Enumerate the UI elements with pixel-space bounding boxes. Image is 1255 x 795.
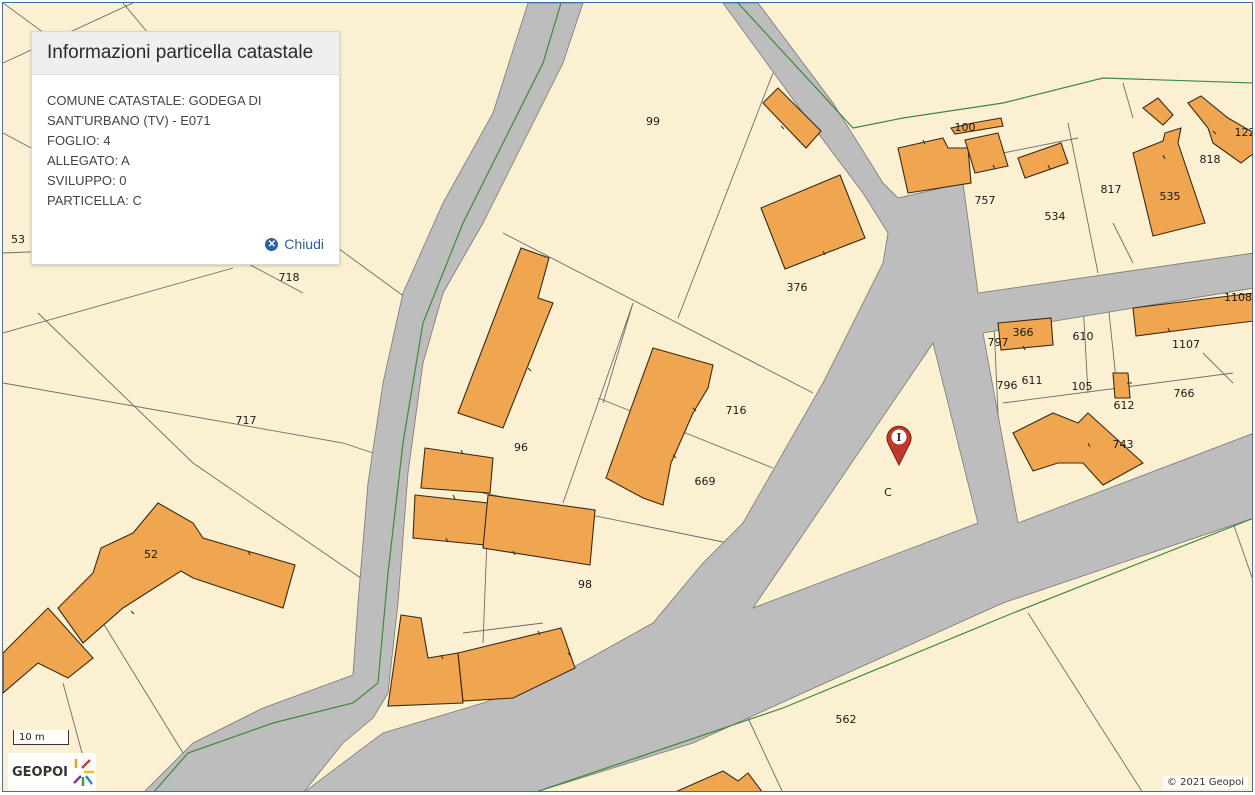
- parcel-label-366: 366: [1013, 326, 1034, 339]
- comune-field: COMUNE CATASTALE: GODEGA DI SANT'URBANO …: [47, 93, 262, 128]
- parcel-label-818: 818: [1200, 153, 1221, 166]
- logo-mark-icon: [73, 759, 95, 786]
- parcel-label-669: 669: [695, 475, 716, 488]
- svg-text:I: I: [896, 431, 901, 444]
- geopoi-logo: GEOPOI: [8, 753, 96, 791]
- parcel-label-376: 376: [787, 281, 808, 294]
- parcel-label-797: 797: [988, 336, 1009, 349]
- foglio-field: FOGLIO: 4: [47, 133, 111, 148]
- parcel-label-766: 766: [1174, 387, 1195, 400]
- parcel-label-105: 105: [1072, 380, 1093, 393]
- scale-bar: 10 m: [13, 730, 69, 745]
- parcel-label-562: 562: [836, 713, 857, 726]
- close-button[interactable]: ✕ Chiudi: [265, 236, 324, 252]
- popup-body: COMUNE CATASTALE: GODEGA DI SANT'URBANO …: [32, 75, 339, 211]
- particella-field: PARTICELLA: C: [47, 193, 142, 208]
- parcel-label-612: 612: [1114, 399, 1135, 412]
- parcel-label-743: 743: [1113, 438, 1134, 451]
- copyright-notice: © 2021 Geopoi: [1162, 776, 1248, 789]
- parcel-label-96: 96: [514, 441, 528, 454]
- parcel-label-53: 53: [11, 233, 25, 246]
- allegato-field: ALLEGATO: A: [47, 153, 130, 168]
- parcel-label-98: 98: [578, 578, 592, 591]
- popup-header: Informazioni particella catastale: [32, 32, 339, 75]
- logo-text: GEOPOI: [12, 764, 69, 780]
- close-label: Chiudi: [284, 236, 324, 252]
- popup-title: Informazioni particella catastale: [47, 42, 314, 63]
- parcel-info-popup: Informazioni particella catastale COMUNE…: [31, 31, 340, 265]
- parcel-label-1107: 1107: [1172, 338, 1200, 351]
- parcel-label-718: 718: [279, 271, 300, 284]
- parcel-label-52: 52: [144, 548, 158, 561]
- parcel-label-535: 535: [1160, 190, 1181, 203]
- parcel-label-757: 757: [975, 194, 996, 207]
- parcel-label-716: 716: [726, 404, 747, 417]
- parcel-label-717: 717: [236, 414, 257, 427]
- parcel-label-611: 611: [1022, 374, 1043, 387]
- parcel-label-122: 122: [1235, 126, 1254, 139]
- sviluppo-field: SVILUPPO: 0: [47, 173, 127, 188]
- close-icon: ✕: [265, 237, 279, 251]
- parcel-label-610: 610: [1073, 330, 1094, 343]
- parcel-label-99: 99: [646, 115, 660, 128]
- parcel-label-100: 100: [955, 121, 976, 134]
- parcel-label-817: 817: [1101, 183, 1122, 196]
- map-view[interactable]: 99 100 757 534 817 535 818 122 376 718 7…: [2, 2, 1253, 792]
- parcel-label-534: 534: [1045, 210, 1066, 223]
- parcel-label-c: C: [884, 486, 892, 499]
- parcel-label-1108: 1108: [1224, 291, 1252, 304]
- parcel-label-796: 796: [997, 379, 1018, 392]
